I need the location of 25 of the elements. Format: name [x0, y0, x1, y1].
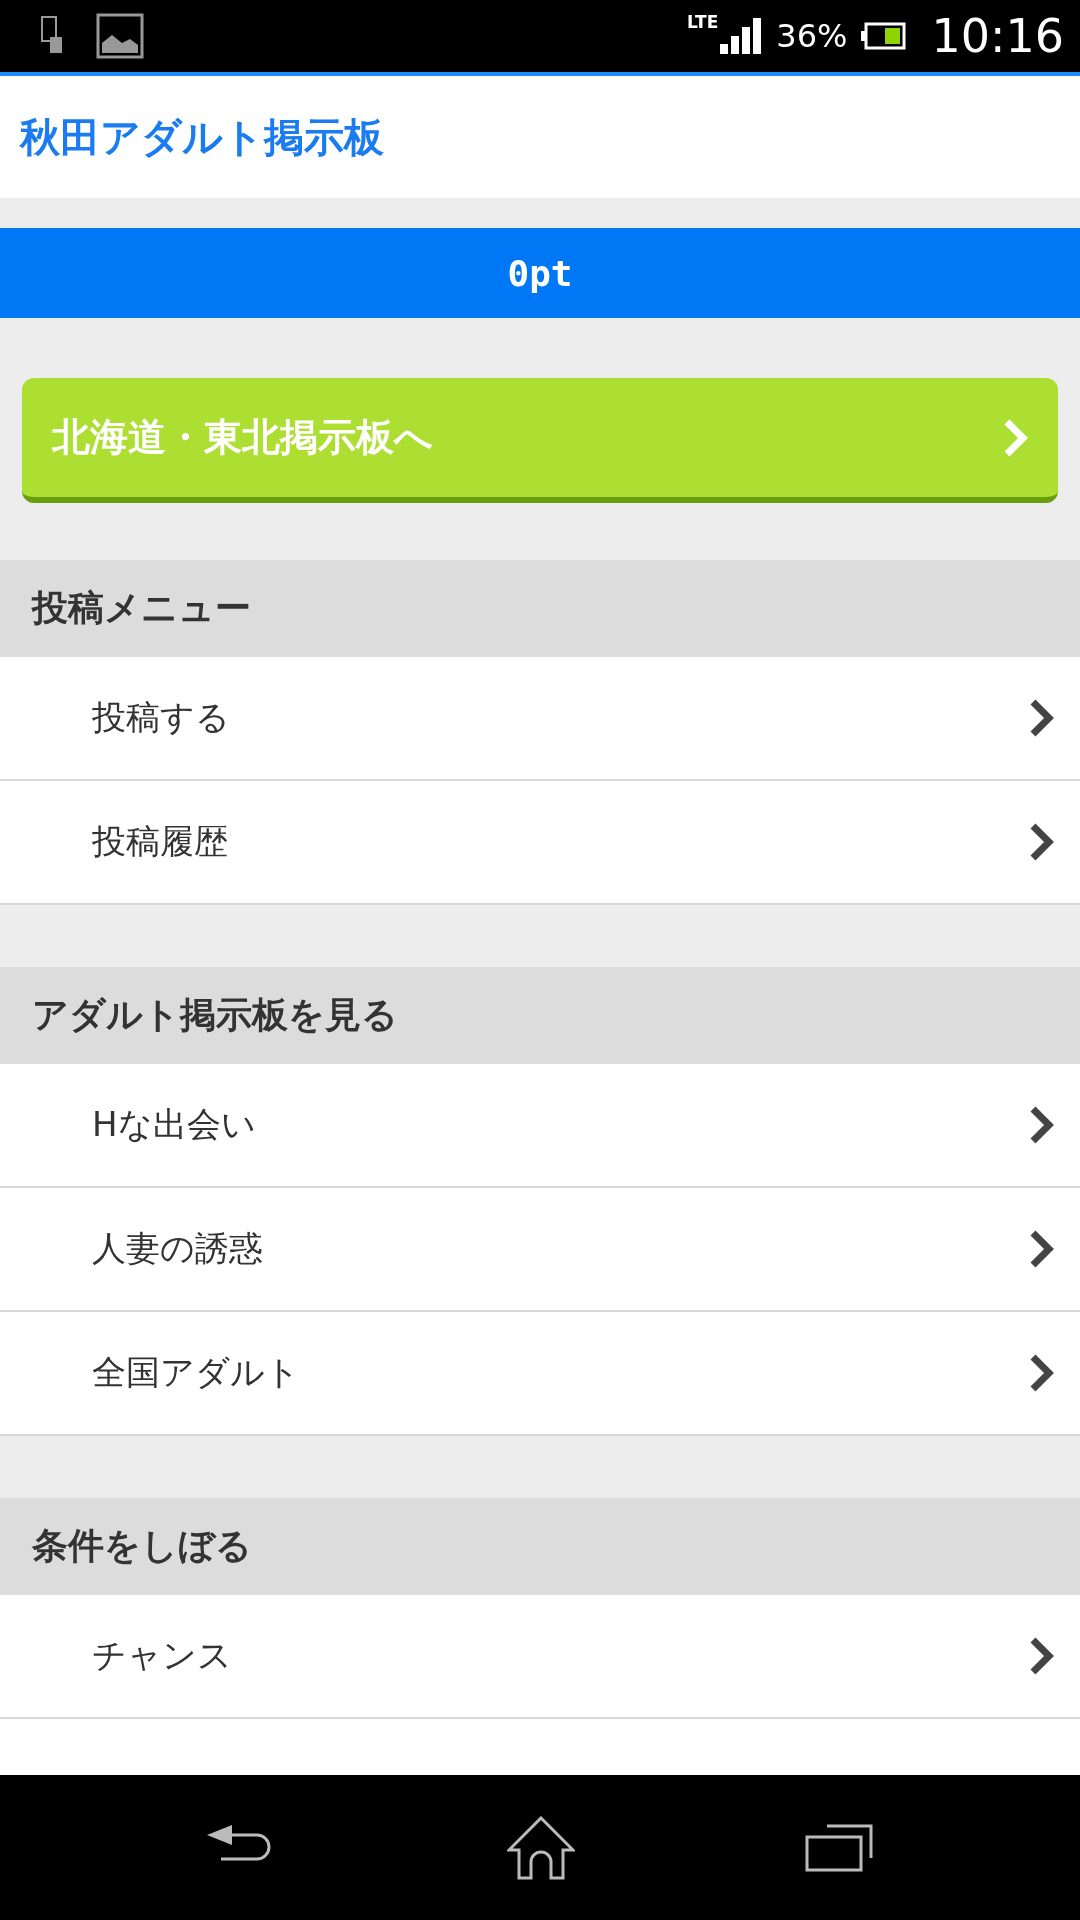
menu-item[interactable]: 投稿履歴	[0, 781, 1080, 905]
menu-item[interactable]: 投稿する	[0, 657, 1080, 781]
section-title: 条件をしぼる	[32, 1524, 252, 1568]
app-title: 秋田アダルト掲示板	[20, 112, 384, 162]
menu-item[interactable]: チャンス	[0, 1595, 1080, 1719]
section-title: アダルト掲示板を見る	[32, 993, 398, 1037]
battery-percent: 36%	[776, 17, 848, 55]
home-icon[interactable]	[507, 1815, 575, 1880]
menu-item[interactable]: 人妻の誘惑	[0, 1188, 1080, 1312]
points-bar: 0pt	[0, 228, 1080, 318]
chevron-icon	[1030, 823, 1054, 861]
chevron-icon	[1030, 1106, 1054, 1144]
chevron-icon	[1030, 1354, 1054, 1392]
menu-item[interactable]: 全国アダルト	[0, 1312, 1080, 1436]
chevron-icon	[1030, 1637, 1054, 1675]
chevron-icon	[1030, 699, 1054, 737]
chevron-icon	[1004, 418, 1028, 457]
menu-item[interactable]: Hな出会い	[0, 1064, 1080, 1188]
clock: 10:16	[931, 9, 1064, 63]
section-title: 投稿メニュー	[32, 586, 251, 630]
image-icon	[96, 13, 144, 59]
network-type: LTE	[687, 12, 719, 32]
recent-apps-icon[interactable]	[805, 1823, 875, 1872]
chevron-icon	[1030, 1230, 1054, 1268]
battery-icon	[861, 22, 908, 50]
